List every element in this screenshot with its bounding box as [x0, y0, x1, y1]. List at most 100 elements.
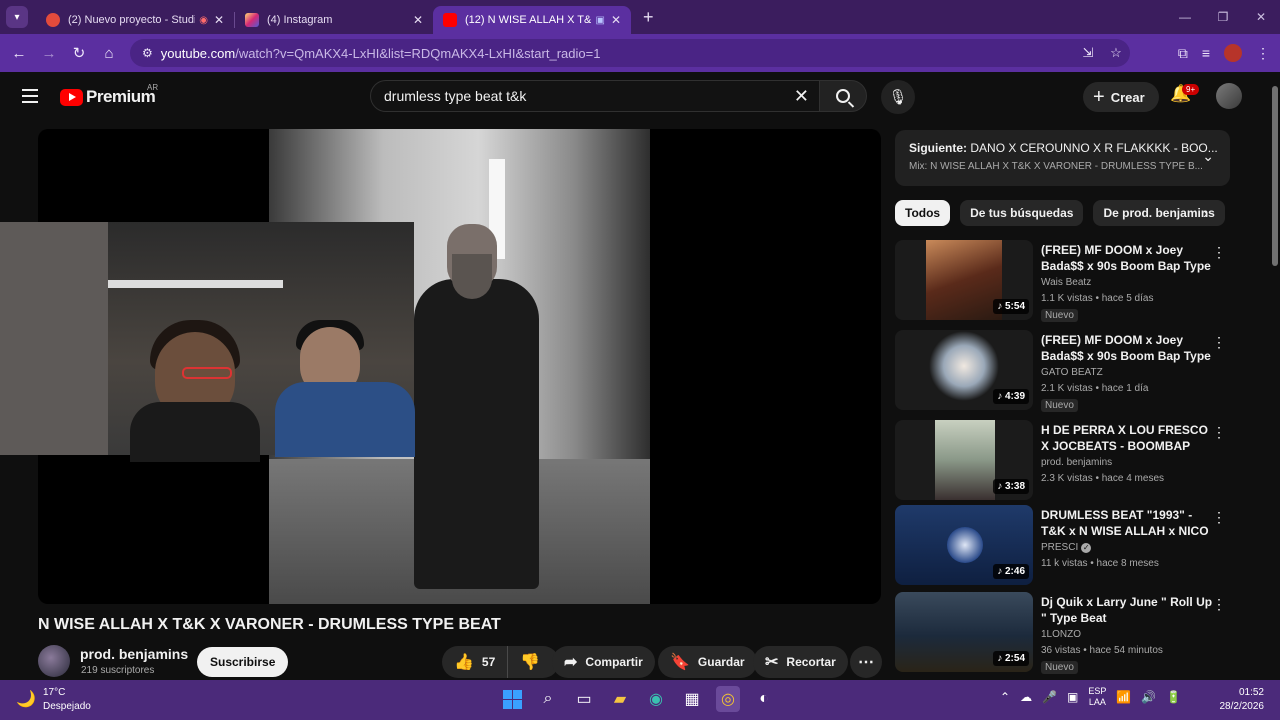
tab-close-icon[interactable]: ✕ — [611, 13, 621, 27]
chip-from-searches[interactable]: De tus búsquedas — [960, 200, 1084, 226]
recommendation-item[interactable]: ♪ 4:39 (FREE) MF DOOM x Joey Bada$$ x 90… — [895, 330, 1230, 412]
volume-icon[interactable]: 🔊 — [1141, 690, 1156, 704]
tray-microphone-icon[interactable]: 🎤 — [1042, 690, 1057, 704]
clip-button[interactable]: ✂ Recortar — [753, 646, 848, 678]
create-button[interactable]: + Crear — [1083, 82, 1159, 112]
playlist-upnext-panel[interactable]: Siguiente: DANO X CEROUNNO X R FLAKKKK -… — [895, 130, 1230, 186]
more-vertical-icon[interactable]: ⋮ — [1212, 334, 1226, 351]
account-avatar[interactable] — [1216, 83, 1242, 109]
scissors-icon: ✂ — [765, 654, 779, 671]
rec-channel[interactable]: PRESCI ✓ — [1041, 542, 1092, 553]
chevron-down-icon[interactable]: ⌄ — [1202, 148, 1214, 165]
tab-search-button[interactable]: ▾ — [6, 6, 28, 28]
search-taskbar-icon[interactable]: ⌕ — [536, 686, 560, 712]
recommendation-item[interactable]: ♪ 2:54 Dj Quik x Larry June " Roll Up " … — [895, 592, 1230, 674]
dislike-button[interactable]: 👎 — [508, 646, 552, 678]
more-actions-button[interactable]: ⋯ — [850, 646, 882, 678]
recommendation-item[interactable]: ♪ 3:38 H DE PERRA X LOU FRESCO X JOCBEAT… — [895, 420, 1230, 502]
rec-channel[interactable]: Wais Beatz — [1041, 277, 1091, 288]
recommendation-item[interactable]: ♪ 5:54 (FREE) MF DOOM x Joey Bada$$ x 90… — [895, 240, 1230, 322]
duration: 5:54 — [1004, 301, 1025, 312]
wifi-icon[interactable]: 📶 — [1116, 690, 1131, 704]
onedrive-cloud-icon[interactable]: ☁ — [1020, 690, 1032, 704]
chip-all[interactable]: Todos — [895, 200, 951, 226]
tray-app-icon[interactable]: ▣ — [1067, 690, 1078, 704]
more-vertical-icon[interactable]: ⋮ — [1212, 424, 1226, 441]
browser-tab[interactable]: (4) Instagram ✕ — [235, 6, 433, 34]
page-scrollbar[interactable] — [1270, 72, 1280, 680]
install-app-icon[interactable]: ⇲ — [1074, 39, 1102, 67]
microsoft-store-icon[interactable]: ▦ — [680, 686, 704, 712]
like-button[interactable]: 👍 57 — [442, 646, 509, 678]
rec-title[interactable]: DRUMLESS BEAT "1993" - T&K x N WISE ALLA… — [1041, 507, 1213, 539]
browser-menu-icon[interactable]: ⋮ — [1256, 40, 1270, 66]
hamburger-menu-icon[interactable] — [22, 89, 38, 103]
recommendation-item[interactable]: ♪ 2:46 DRUMLESS BEAT "1993" - T&K x N WI… — [895, 505, 1230, 587]
duration-badge: ♪ 2:54 — [993, 651, 1029, 666]
browser-tab-active[interactable]: (12) N WISE ALLAH X T&K X ▣ ✕ — [433, 6, 631, 34]
new-tab-icon[interactable]: + — [643, 7, 654, 28]
extensions-icon[interactable]: ⧉ — [1178, 40, 1188, 66]
close-window-icon[interactable]: ✕ — [1242, 0, 1280, 34]
video-thumbnail[interactable]: ♪ 2:54 — [895, 592, 1033, 672]
rec-channel[interactable]: 1LONZO — [1041, 629, 1081, 640]
rec-channel[interactable]: GATO BEATZ — [1041, 367, 1103, 378]
language-indicator[interactable]: ESP LAA — [1088, 686, 1106, 708]
search-input[interactable]: drumless type beat t&k ✕ — [370, 80, 820, 112]
chevron-up-icon[interactable]: ⌃ — [1000, 690, 1010, 704]
battery-icon[interactable]: 🔋 — [1166, 690, 1181, 704]
tab-close-icon[interactable]: ✕ — [413, 13, 423, 27]
start-button[interactable] — [500, 686, 524, 712]
minimize-icon[interactable]: — — [1166, 0, 1204, 34]
search-query: drumless type beat t&k — [384, 88, 527, 104]
task-view-icon[interactable]: ▭ — [572, 686, 596, 712]
clear-search-icon[interactable]: ✕ — [794, 81, 809, 111]
address-bar[interactable]: ⚙ youtube.com /watch?v=QmAKX4-LxHI&list=… — [130, 39, 1130, 67]
profile-avatar-icon[interactable] — [1224, 44, 1242, 62]
reload-icon[interactable]: ↻ — [64, 44, 94, 62]
clock-time: 01:52 — [1238, 687, 1264, 698]
video-thumbnail[interactable]: ♪ 3:38 — [895, 420, 1033, 500]
rec-channel[interactable]: prod. benjamins — [1041, 457, 1112, 468]
site-info-icon[interactable]: ⚙ — [142, 46, 153, 60]
scrollbar-thumb[interactable] — [1272, 86, 1278, 266]
media-controls-icon[interactable]: ≡ — [1202, 40, 1210, 66]
edge-browser-icon[interactable]: ◉ — [644, 686, 668, 712]
video-thumbnail[interactable]: ♪ 2:46 — [895, 505, 1033, 585]
share-button[interactable]: ➦ Compartir — [552, 646, 655, 678]
bookmark-star-icon[interactable]: ☆ — [1102, 39, 1130, 67]
youtube-logo[interactable]: Premium AR — [60, 83, 158, 107]
more-vertical-icon[interactable]: ⋮ — [1212, 596, 1226, 613]
channel-name[interactable]: prod. benjamins — [80, 646, 188, 662]
rec-title[interactable]: Dj Quik x Larry June " Roll Up " Type Be… — [1041, 594, 1213, 626]
maximize-icon[interactable]: ❐ — [1204, 0, 1242, 34]
file-explorer-icon[interactable]: ▰ — [608, 686, 632, 712]
youtube-header: Premium AR drumless type beat t&k ✕ 🎙 + … — [0, 72, 1270, 120]
forward-icon[interactable]: → — [34, 45, 64, 62]
chevron-right-icon[interactable]: › — [1203, 205, 1208, 223]
tab-close-icon[interactable]: ✕ — [214, 13, 224, 27]
more-vertical-icon[interactable]: ⋮ — [1212, 509, 1226, 526]
rec-title[interactable]: H DE PERRA X LOU FRESCO X JOCBEATS - BOO… — [1041, 422, 1213, 454]
browser-tab[interactable]: (2) Nuevo proyecto - Studio ◉ ✕ — [36, 6, 234, 34]
subscribe-button[interactable]: Suscribirse — [197, 647, 289, 677]
weather-temperature[interactable]: 17°C — [43, 687, 65, 698]
home-icon[interactable]: ⌂ — [94, 45, 124, 62]
like-dislike-group: 👍 57 👎 — [442, 646, 559, 678]
rec-title[interactable]: (FREE) MF DOOM x Joey Bada$$ x 90s Boom … — [1041, 332, 1213, 364]
webcam-overlay — [0, 222, 415, 462]
channel-avatar[interactable] — [38, 645, 70, 677]
moon-weather-icon[interactable]: 🌙 — [16, 689, 36, 709]
obs-recorder-icon[interactable]: ◐ — [752, 686, 776, 712]
video-thumbnail[interactable]: ♪ 5:54 — [895, 240, 1033, 320]
more-vertical-icon[interactable]: ⋮ — [1212, 244, 1226, 261]
rec-title[interactable]: (FREE) MF DOOM x Joey Bada$$ x 90s Boom … — [1041, 242, 1213, 274]
back-icon[interactable]: ← — [4, 45, 34, 62]
video-thumbnail[interactable]: ♪ 4:39 — [895, 330, 1033, 410]
save-button[interactable]: 🔖 Guardar — [658, 646, 757, 678]
search-button[interactable] — [819, 80, 867, 112]
duration: 2:54 — [1004, 653, 1025, 664]
voice-search-button[interactable]: 🎙 — [881, 80, 915, 114]
system-clock[interactable]: 01:52 28/2/2026 — [1220, 686, 1265, 714]
chrome-browser-icon[interactable]: ◎ — [716, 686, 740, 712]
